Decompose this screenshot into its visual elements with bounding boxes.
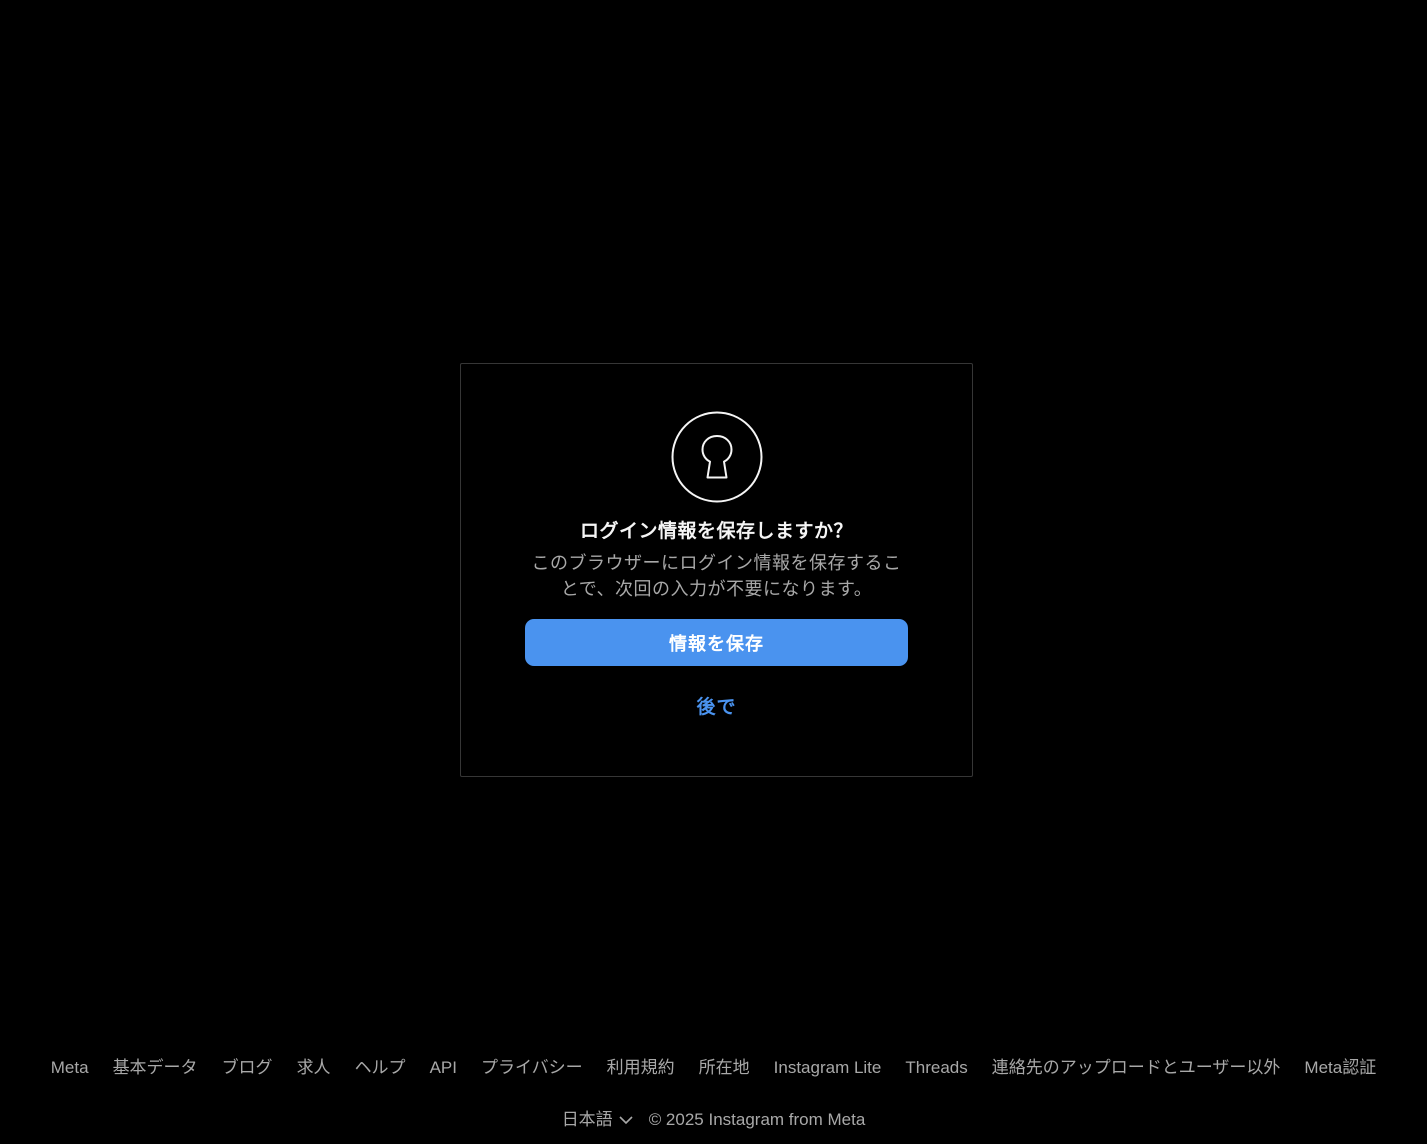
footer-link-meta-verified[interactable]: Meta認証 <box>1304 1056 1376 1080</box>
footer-link-help[interactable]: ヘルプ <box>355 1056 406 1080</box>
footer-link-terms[interactable]: 利用規約 <box>607 1056 675 1080</box>
footer-links: Meta 基本データ ブログ 求人 ヘルプ API プライバシー 利用規約 所在… <box>0 1056 1427 1080</box>
later-button[interactable]: 後で <box>686 688 746 723</box>
chevron-down-icon <box>619 1116 633 1125</box>
footer-bottom: 日本語 © 2025 Instagram from Meta <box>0 1108 1427 1132</box>
language-label: 日本語 <box>561 1110 613 1129</box>
copyright: © 2025 Instagram from Meta <box>648 1110 866 1129</box>
footer-link-jobs[interactable]: 求人 <box>297 1056 331 1080</box>
footer-link-blog[interactable]: ブログ <box>222 1056 273 1080</box>
dialog-title: ログイン情報を保存しますか？ <box>579 520 853 542</box>
footer-link-locations[interactable]: 所在地 <box>699 1056 750 1080</box>
footer: Meta 基本データ ブログ 求人 ヘルプ API プライバシー 利用規約 所在… <box>0 1056 1427 1132</box>
save-login-dialog: ログイン情報を保存しますか？ このブラウザーにログイン情報を保存することで、次回… <box>460 363 973 777</box>
keyhole-icon <box>671 411 763 503</box>
footer-link-instagram-lite[interactable]: Instagram Lite <box>774 1056 882 1080</box>
page: ログイン情報を保存しますか？ このブラウザーにログイン情報を保存することで、次回… <box>0 0 1427 1144</box>
footer-link-privacy[interactable]: プライバシー <box>481 1056 583 1080</box>
footer-link-api[interactable]: API <box>430 1056 457 1080</box>
footer-link-threads[interactable]: Threads <box>905 1056 967 1080</box>
language-selector[interactable]: 日本語 <box>562 1108 633 1132</box>
footer-link-meta[interactable]: Meta <box>51 1056 89 1080</box>
footer-link-about[interactable]: 基本データ <box>113 1056 198 1080</box>
save-info-button[interactable]: 情報を保存 <box>525 619 908 666</box>
dialog-description: このブラウザーにログイン情報を保存することで、次回の入力が不要になります。 <box>531 553 902 600</box>
footer-link-contact-upload[interactable]: 連絡先のアップロードとユーザー以外 <box>992 1056 1281 1080</box>
